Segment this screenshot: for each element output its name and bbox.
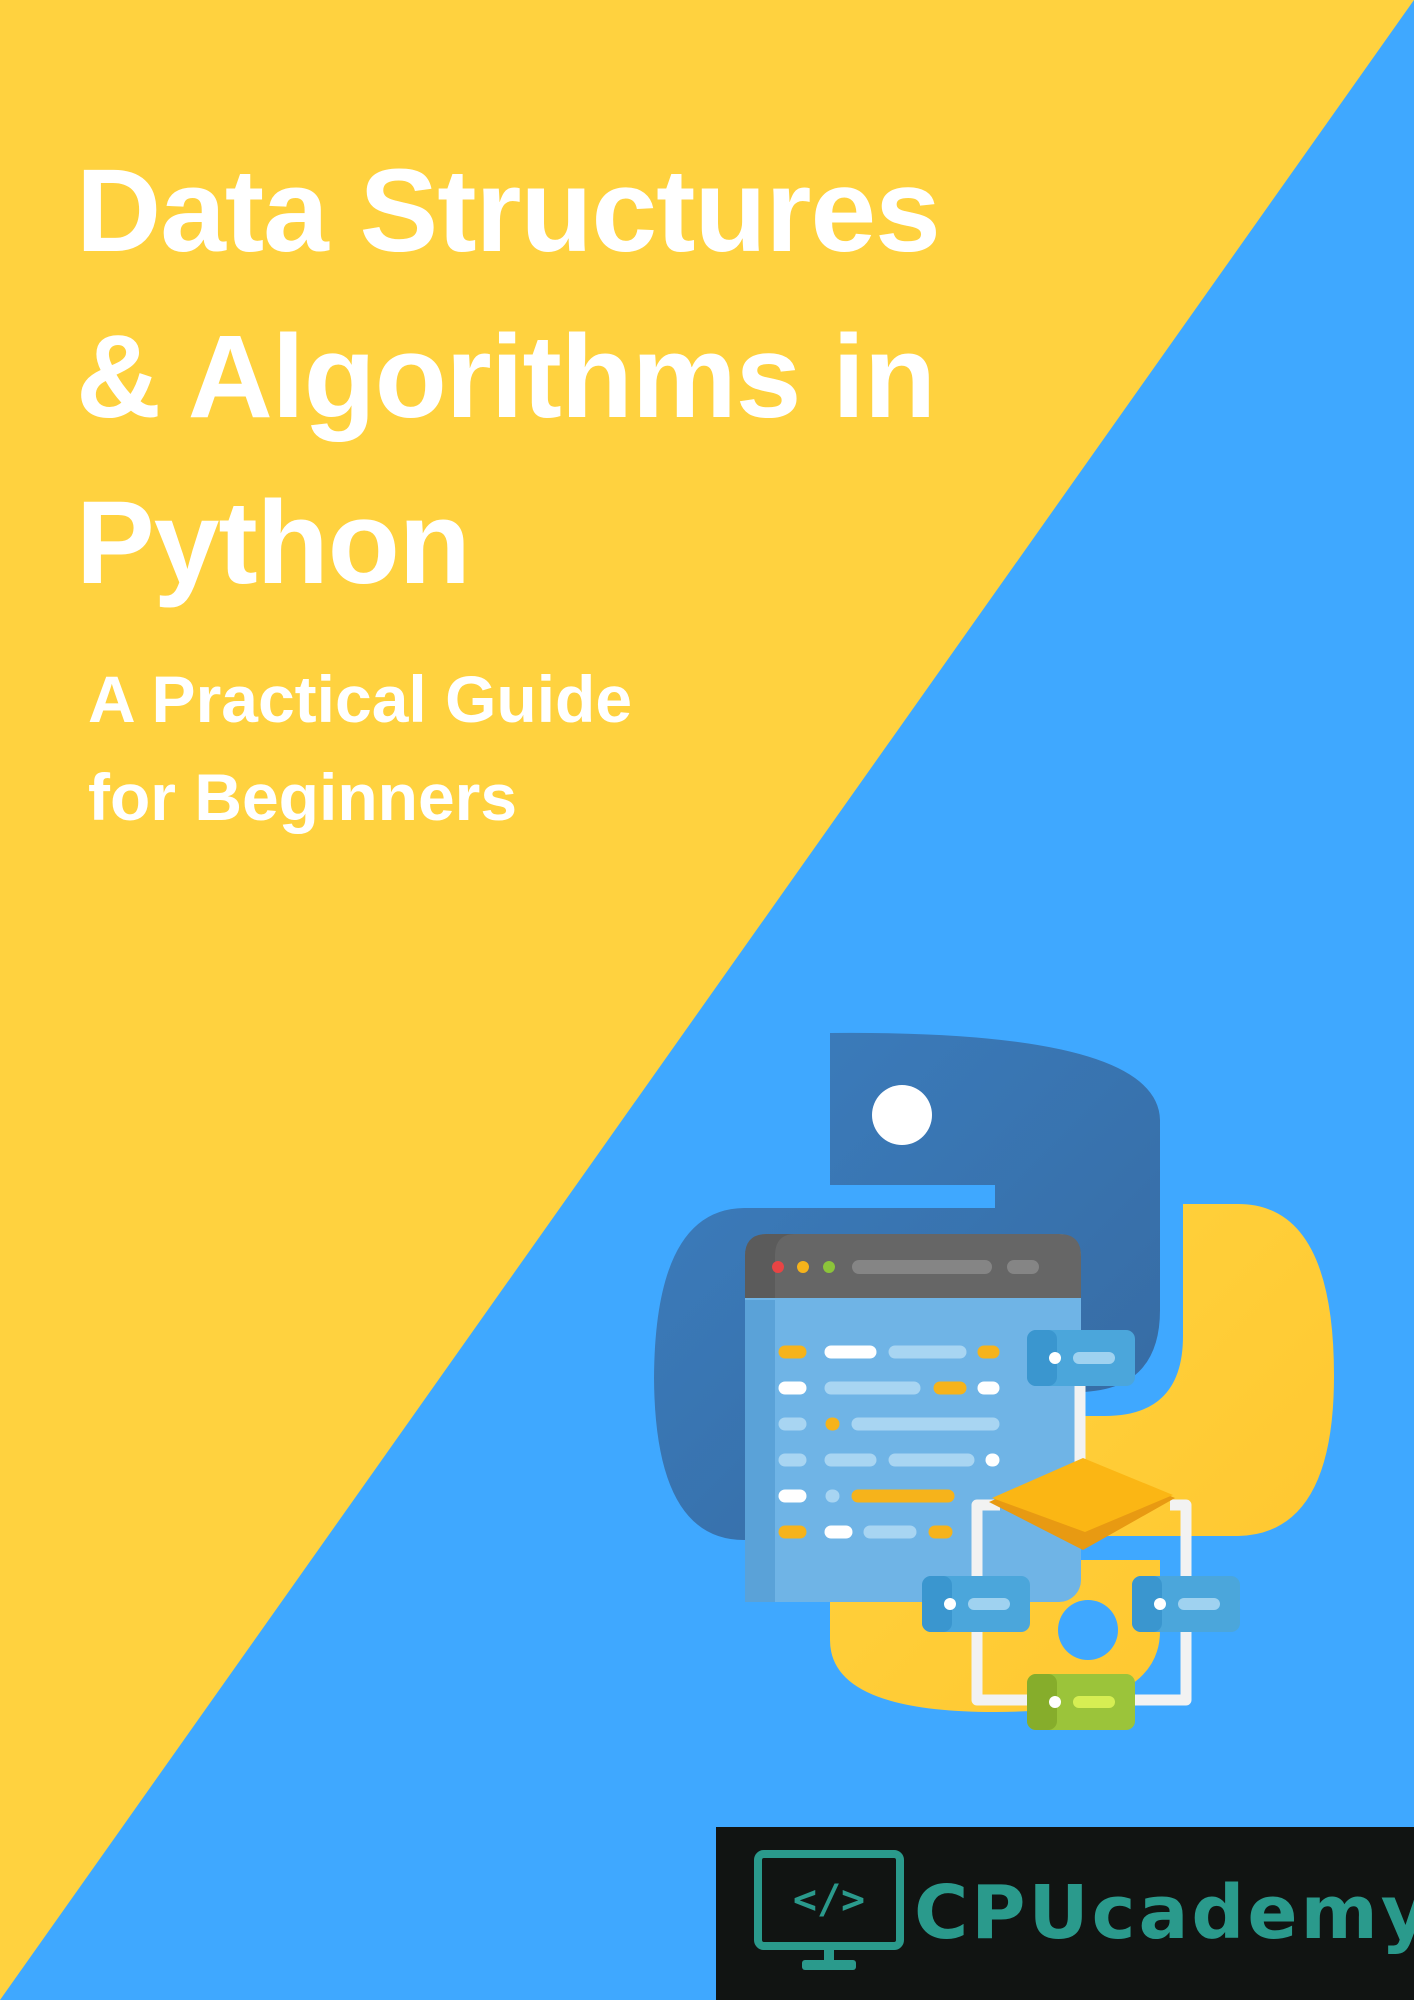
python-eye-top — [872, 1085, 932, 1145]
title-line-3: Python — [76, 477, 471, 609]
python-eye-bottom — [1058, 1600, 1118, 1660]
graph-node-left — [922, 1576, 1030, 1632]
book-subtitle: A Practical Guide for Beginners — [88, 650, 632, 846]
window-close-dot — [772, 1261, 784, 1273]
node-bar — [968, 1598, 1010, 1610]
book-title: Data Structures & Algorithms in Python — [76, 128, 941, 626]
code-editor-window-icon — [745, 1234, 1081, 1602]
node-bar — [1178, 1598, 1220, 1610]
node-bar — [1073, 1696, 1115, 1708]
graph-node-top — [1027, 1330, 1135, 1386]
subtitle-line-1: A Practical Guide — [88, 662, 633, 736]
title-line-1: Data Structures — [76, 145, 941, 277]
address-button — [1007, 1260, 1039, 1274]
monitor-code-icon: </> — [754, 1850, 904, 1970]
window-maximize-dot — [823, 1261, 835, 1273]
python-illustration — [654, 1032, 1334, 1730]
brand-name: CPUcademy — [914, 1870, 1414, 1956]
subtitle-line-2: for Beginners — [88, 760, 518, 834]
graph-node-bottom — [1027, 1674, 1135, 1730]
book-cover: Data Structures & Algorithms in Python A… — [0, 0, 1414, 2000]
monitor-stand — [802, 1960, 856, 1970]
window-minimize-dot — [797, 1261, 809, 1273]
node-dot — [1154, 1598, 1166, 1610]
editor-left-shade — [745, 1300, 775, 1602]
monitor-neck — [824, 1946, 834, 1960]
title-line-2: & Algorithms in — [76, 311, 936, 443]
brand-bar: </> CPUcademy — [716, 1827, 1414, 2000]
node-dot — [1049, 1352, 1061, 1364]
node-dot — [944, 1598, 956, 1610]
graph-node-right — [1132, 1576, 1240, 1632]
address-bar — [852, 1260, 992, 1274]
node-dot — [1049, 1696, 1061, 1708]
code-symbol: </> — [793, 1877, 865, 1923]
node-bar — [1073, 1352, 1115, 1364]
